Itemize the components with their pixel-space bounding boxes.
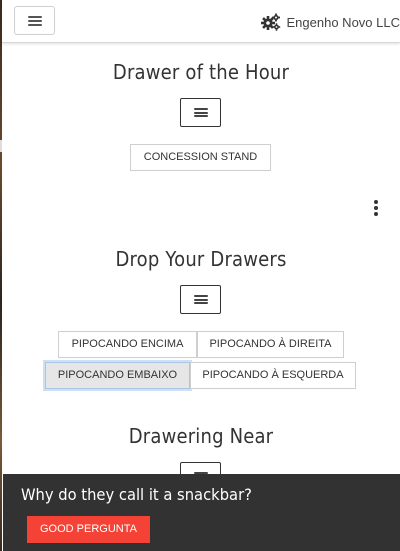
nav-menu-button[interactable] xyxy=(14,6,55,35)
hamburger-icon xyxy=(193,108,208,117)
hamburger-icon xyxy=(193,295,208,304)
hour-toggle-button[interactable] xyxy=(180,98,221,127)
pop-right-button[interactable]: PIPOCANDO À DIREITA xyxy=(197,331,344,358)
pop-left-button[interactable]: PIPOCANDO À ESQUERDA xyxy=(190,362,356,389)
snackbar-message: Why do they call it a snackbar? xyxy=(21,485,252,504)
pop-top-button[interactable]: PIPOCANDO ENCIMA xyxy=(58,331,197,358)
section-title-hour: Drawer of the Hour xyxy=(112,60,290,84)
section-title-drop: Drop Your Drawers xyxy=(115,247,287,271)
snackbar: Why do they call it a snackbar? GOOD PER… xyxy=(3,474,400,551)
brand[interactable]: Engenho Novo LLC xyxy=(260,12,400,32)
drop-toggle-button[interactable] xyxy=(180,285,221,314)
snackbar-action-button[interactable]: GOOD PERGUNTA xyxy=(27,516,150,543)
hamburger-icon xyxy=(27,15,42,26)
concession-stand-button[interactable]: CONCESSION STAND xyxy=(130,144,271,171)
more-vert-icon[interactable] xyxy=(373,200,379,216)
brand-name: Engenho Novo LLC xyxy=(286,14,400,30)
main-panel: Engenho Novo LLC Drawer of the Hour CONC… xyxy=(2,0,400,551)
top-app-bar: Engenho Novo LLC xyxy=(2,0,400,43)
gears-icon xyxy=(260,13,280,31)
section-title-near: Drawering Near xyxy=(128,424,274,448)
pop-bottom-button[interactable]: PIPOCANDO EMBAIXO xyxy=(45,362,190,389)
